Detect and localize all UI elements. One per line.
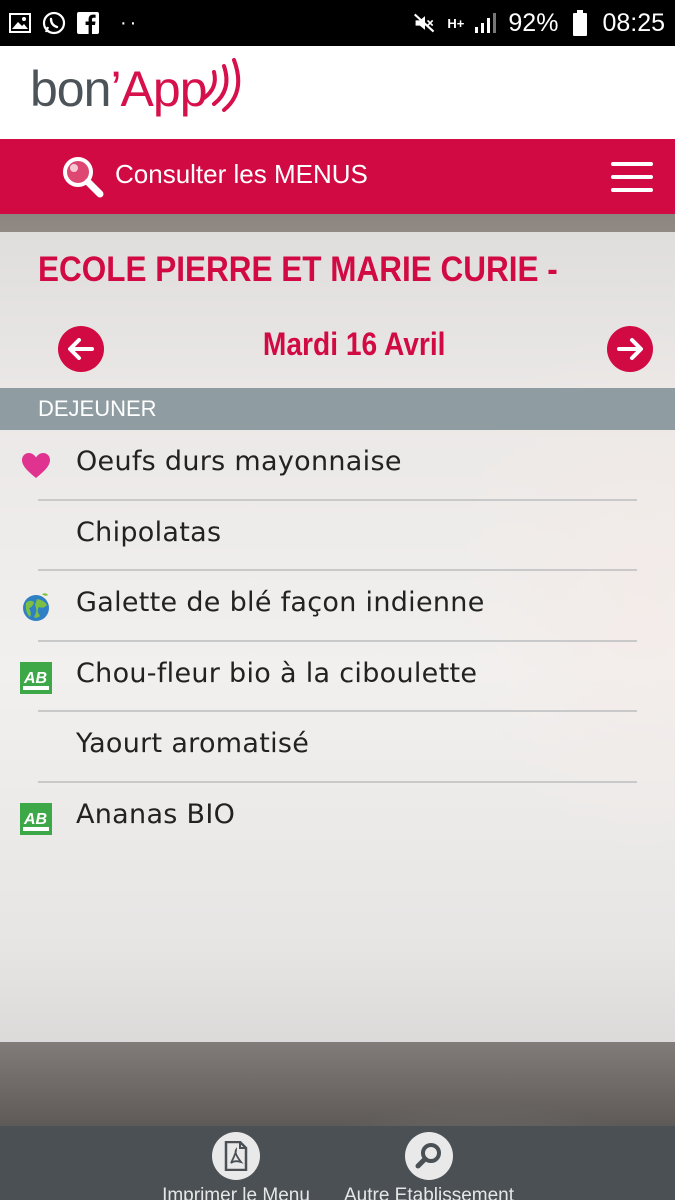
- battery-icon: [568, 10, 592, 36]
- heart-icon: [22, 453, 50, 478]
- dish-name: Oeufs durs mayonnaise: [76, 446, 402, 477]
- pdf-icon: [212, 1132, 260, 1180]
- more-notifications: ··: [120, 11, 140, 34]
- consult-menus-link[interactable]: Consulter les MENUS: [115, 159, 368, 190]
- print-menu-button[interactable]: Imprimer le Menu: [154, 1132, 318, 1200]
- organic-ab-icon: AB: [20, 661, 52, 694]
- hamburger-line: [611, 175, 653, 179]
- meal-title: DEJEUNER: [38, 396, 157, 421]
- hamburger-line: [611, 188, 653, 192]
- other-establishment-label: Autre Etablissement: [343, 1185, 515, 1200]
- print-menu-label: Imprimer le Menu: [162, 1185, 310, 1200]
- battery-percent: 92%: [508, 8, 559, 37]
- logo-text-bon: bon: [30, 61, 111, 117]
- whatsapp-icon: [42, 11, 66, 35]
- hamburger-line: [611, 162, 653, 166]
- bottom-action-bar: Imprimer le Menu Autre Etablissement: [0, 1126, 675, 1200]
- status-bar-left: ··: [8, 11, 139, 35]
- next-day-button[interactable]: [607, 326, 653, 372]
- date-navigation: Mardi 16 Avril: [0, 322, 675, 374]
- list-item[interactable]: AB Ananas BIO: [0, 783, 675, 854]
- dish-name: Chipolatas: [76, 516, 222, 548]
- list-item[interactable]: Galette de blé façon indienne: [0, 571, 675, 642]
- mute-icon: [413, 11, 437, 35]
- current-date: Mardi 16 Avril: [262, 326, 446, 362]
- facebook-icon: [76, 11, 100, 35]
- clock: 08:25: [602, 8, 665, 37]
- gallery-icon: [8, 11, 32, 35]
- other-establishment-button[interactable]: Autre Etablissement: [336, 1132, 522, 1200]
- organic-ab-icon: AB: [20, 802, 52, 835]
- list-item[interactable]: Yaourt aromatisé: [0, 712, 675, 783]
- app-logo[interactable]: bon’App: [30, 60, 208, 118]
- globe-icon: [23, 593, 49, 621]
- menu-nav-bar: Consulter les MENUS: [0, 139, 675, 214]
- magnifier-icon: [405, 1132, 453, 1180]
- dish-name: Galette de blé façon indienne: [76, 587, 485, 618]
- list-item[interactable]: AB Chou-fleur bio à la ciboulette: [0, 642, 675, 712]
- list-item[interactable]: Oeufs durs mayonnaise: [0, 430, 675, 501]
- meal-section-header: DEJEUNER: [0, 388, 675, 430]
- network-type-label: H+: [447, 15, 465, 31]
- hamburger-menu-button[interactable]: [611, 162, 653, 192]
- status-bar-right: H+ 92% 08:25: [413, 9, 665, 38]
- wifi-waves-icon: [202, 58, 241, 112]
- dish-name: Chou-fleur bio à la ciboulette: [76, 657, 478, 689]
- dish-name: Ananas BIO: [76, 798, 236, 830]
- arrow-right-icon: [617, 338, 643, 360]
- svg-text:AB: AB: [23, 670, 47, 687]
- search-icon[interactable]: [60, 154, 106, 200]
- logo-apostrophe: ’: [110, 61, 121, 117]
- svg-text:AB: AB: [23, 811, 47, 828]
- network-type-icon: H+: [447, 11, 464, 35]
- app-header: bon’App: [0, 46, 675, 139]
- school-name: ECOLE PIERRE ET MARIE CURIE -: [38, 250, 558, 289]
- signal-icon: [474, 11, 498, 35]
- logo-text-app: App: [120, 61, 208, 117]
- dish-name: Yaourt aromatisé: [76, 728, 310, 759]
- list-item[interactable]: Chipolatas: [0, 501, 675, 571]
- menu-list: Oeufs durs mayonnaise Chipolatas Galette…: [0, 430, 675, 853]
- status-bar: ·· H+ 92% 08:25: [0, 0, 675, 46]
